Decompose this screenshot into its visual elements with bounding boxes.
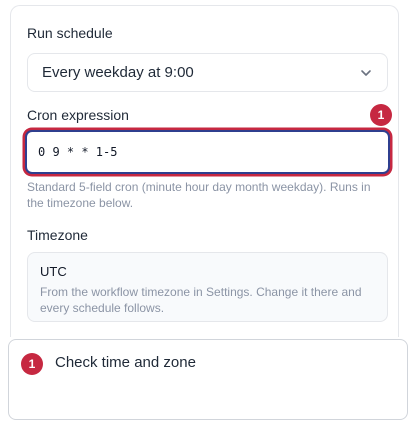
annotation-note-text: Check time and zone: [55, 354, 196, 371]
run-schedule-label: Run schedule: [27, 25, 113, 41]
timezone-box: UTC From the workflow timezone in Settin…: [27, 252, 388, 322]
timezone-note: From the workflow timezone in Settings. …: [40, 285, 362, 315]
cron-expression-value: 0 9 * * 1-5: [38, 145, 118, 159]
schedule-card: Run schedule Every weekday at 9:00 Cron …: [10, 5, 399, 337]
run-schedule-value: Every weekday at 9:00: [42, 64, 194, 81]
annotation-note: 1 Check time and zone: [8, 339, 408, 420]
cron-expression-label: Cron expression: [27, 107, 129, 123]
timezone-value: UTC: [40, 264, 67, 279]
annotation-badge-cron: 1: [370, 104, 392, 126]
timezone-label: Timezone: [27, 227, 88, 243]
cron-help-text: Standard 5-field cron (minute hour day m…: [27, 180, 371, 210]
run-schedule-select[interactable]: Every weekday at 9:00: [27, 53, 388, 92]
annotation-note-badge: 1: [21, 353, 43, 375]
chevron-down-icon: [361, 69, 371, 76]
cron-expression-input[interactable]: 0 9 * * 1-5: [25, 130, 390, 174]
